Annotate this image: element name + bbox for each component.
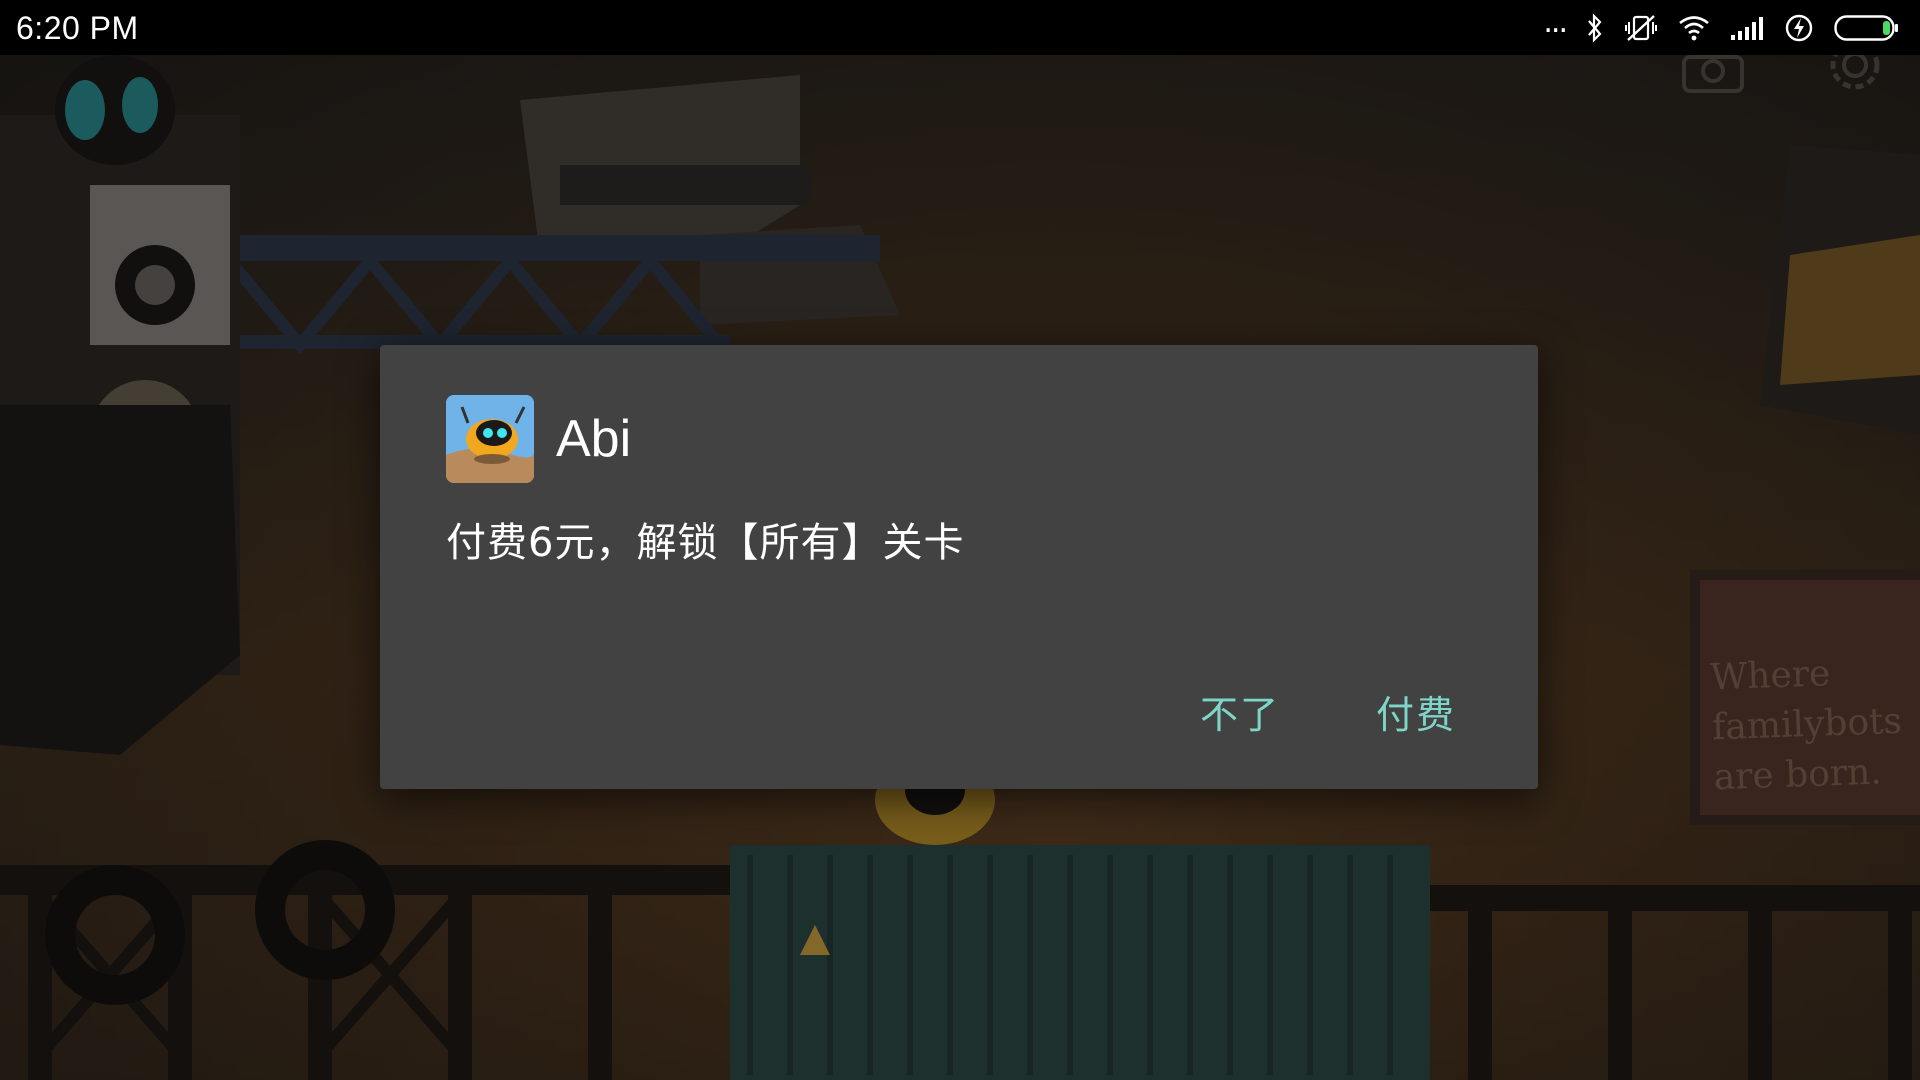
battery-icon	[1834, 13, 1900, 43]
dialog-header: Abi	[446, 395, 631, 483]
cancel-button[interactable]: 不了	[1200, 684, 1280, 739]
dialog-actions: 不了 付费	[1200, 684, 1456, 739]
wifi-icon	[1678, 15, 1710, 41]
status-time: 6:20 PM	[16, 10, 139, 46]
more-notifications-icon: ...	[1543, 5, 1568, 40]
abi-app-icon	[446, 395, 534, 483]
charging-icon	[1784, 13, 1814, 43]
signal-icon	[1730, 15, 1764, 41]
pay-button[interactable]: 付费	[1376, 684, 1456, 739]
vibrate-off-icon	[1624, 13, 1658, 43]
status-bar: 6:20 PM ...	[0, 0, 1920, 55]
phone-screen: 6:20 PM ... Where familybots are born. A…	[0, 0, 1920, 1080]
purchase-dialog: Abi 付费6元，解锁【所有】关卡 不了 付费	[380, 345, 1538, 789]
dialog-title: Abi	[556, 410, 632, 468]
dialog-message: 付费6元，解锁【所有】关卡	[446, 520, 965, 566]
status-icons: ...	[1543, 5, 1900, 47]
bluetooth-icon	[1586, 13, 1604, 43]
